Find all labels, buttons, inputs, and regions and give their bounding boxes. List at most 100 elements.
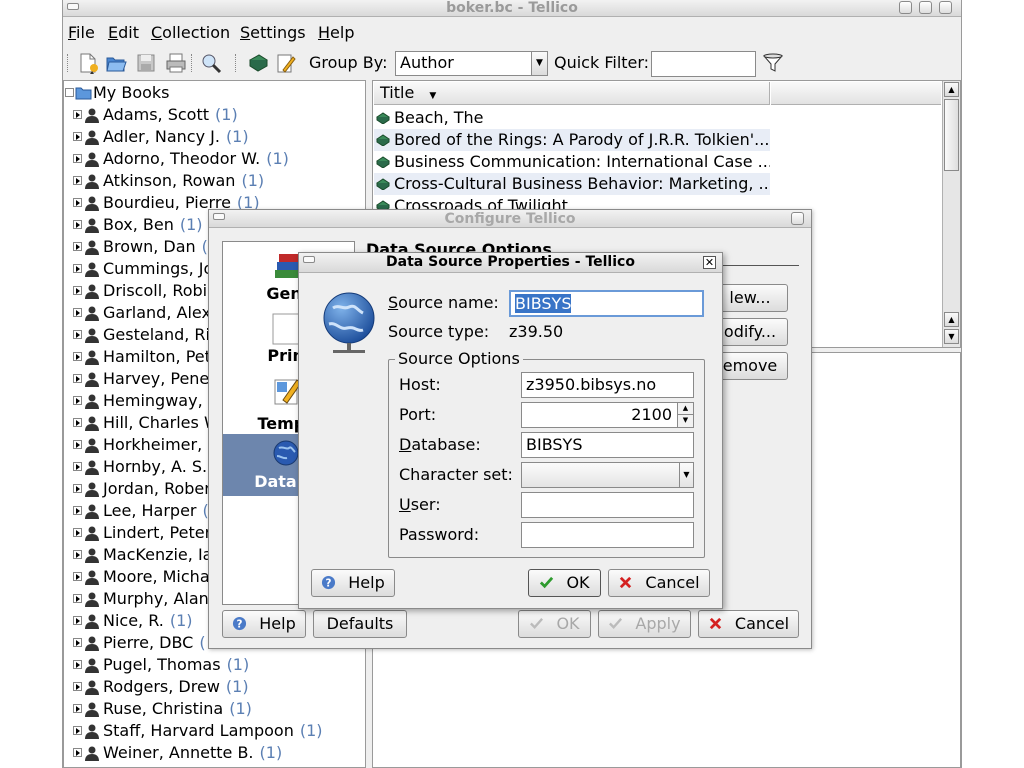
person-icon xyxy=(85,636,99,651)
expand-arrow-icon[interactable] xyxy=(73,528,82,537)
expand-arrow-icon[interactable] xyxy=(73,462,82,471)
expand-arrow-icon[interactable] xyxy=(73,176,82,185)
expand-arrow-icon[interactable] xyxy=(73,374,82,383)
menu-collection[interactable]: Collection xyxy=(151,23,230,42)
expand-arrow-icon[interactable] xyxy=(73,572,82,581)
database-input[interactable]: BIBSYS xyxy=(521,432,694,458)
entry-row[interactable]: Beach, The xyxy=(374,107,770,129)
modify-source-button[interactable]: odify... xyxy=(712,318,788,346)
expand-arrow-icon[interactable] xyxy=(73,418,82,427)
save-icon[interactable] xyxy=(135,52,157,74)
expand-arrow-icon[interactable] xyxy=(73,242,82,251)
close-window-button[interactable] xyxy=(939,1,952,14)
expand-arrow-icon[interactable] xyxy=(73,506,82,515)
expand-arrow-icon[interactable] xyxy=(73,132,82,141)
configure-help-button[interactable]: ? Help xyxy=(222,610,306,638)
expand-arrow-icon[interactable] xyxy=(73,110,82,119)
expand-arrow-icon[interactable] xyxy=(73,484,82,493)
expand-arrow-icon[interactable] xyxy=(73,638,82,647)
dsp-menu-button[interactable] xyxy=(303,256,315,263)
expand-arrow-icon[interactable] xyxy=(73,264,82,273)
expand-arrow-icon[interactable] xyxy=(73,748,82,757)
apply-button[interactable]: Apply xyxy=(598,610,691,638)
expand-arrow-icon[interactable] xyxy=(73,352,82,361)
window-titlebar[interactable]: boker.bc - Tellico xyxy=(63,0,961,17)
host-input[interactable]: z3950.bibsys.no xyxy=(521,372,694,398)
dsp-cancel-button[interactable]: Cancel xyxy=(608,569,710,597)
column-header-title[interactable]: Title ▼ xyxy=(374,82,770,105)
expand-arrow-icon[interactable] xyxy=(73,550,82,559)
expand-arrow-icon[interactable] xyxy=(73,396,82,405)
dsp-ok-button[interactable]: OK xyxy=(528,569,601,597)
expand-arrow-icon[interactable] xyxy=(73,220,82,229)
network-globe-icon xyxy=(323,292,375,353)
open-icon[interactable] xyxy=(105,52,127,74)
port-increment-icon[interactable]: ▲ xyxy=(677,403,693,415)
search-icon[interactable] xyxy=(200,52,222,74)
quick-filter-input[interactable] xyxy=(651,51,756,77)
filter-icon[interactable] xyxy=(762,52,784,74)
expand-arrow-icon[interactable] xyxy=(73,286,82,295)
tree-item-label: Jordan, Rober xyxy=(103,478,217,500)
configure-cancel-button[interactable]: Cancel xyxy=(698,610,799,638)
author-name: Lee, Harper xyxy=(103,501,197,520)
expand-arrow-icon[interactable] xyxy=(73,704,82,713)
entry-row[interactable]: Business Communication: International Ca… xyxy=(374,151,770,173)
configure-maximize-button[interactable] xyxy=(791,212,804,225)
entry-title: Bored of the Rings: A Parody of J.R.R. T… xyxy=(394,130,770,149)
author-count: (1) xyxy=(229,699,252,718)
port-decrement-icon[interactable]: ▼ xyxy=(677,415,693,427)
expand-arrow-icon[interactable] xyxy=(73,198,82,207)
source-type-label: Source type: xyxy=(388,322,490,341)
expand-arrow-icon[interactable] xyxy=(73,616,82,625)
list-scrollbar[interactable]: ▲ ▲ ▼ xyxy=(942,81,960,347)
edit-entry-icon[interactable] xyxy=(275,52,297,74)
scroll-up-button[interactable]: ▲ xyxy=(944,82,959,97)
remove-source-button[interactable]: emove xyxy=(712,352,788,380)
charset-select[interactable]: ▼ xyxy=(521,462,694,488)
menu-edit[interactable]: Edit xyxy=(108,23,139,42)
scroll-up-button-lower[interactable]: ▲ xyxy=(944,312,959,327)
print-icon[interactable] xyxy=(165,52,187,74)
menu-help[interactable]: Help xyxy=(318,23,354,42)
expand-arrow-icon[interactable] xyxy=(73,682,82,691)
entry-row[interactable]: Bored of the Rings: A Parody of J.R.R. T… xyxy=(374,129,770,151)
collapse-icon[interactable] xyxy=(65,88,74,97)
user-input[interactable] xyxy=(521,492,694,518)
maximize-button[interactable] xyxy=(919,1,932,14)
defaults-button[interactable]: Defaults xyxy=(313,610,407,638)
configure-ok-button[interactable]: OK xyxy=(518,610,591,638)
scroll-thumb[interactable] xyxy=(944,99,959,171)
window-menu-button[interactable] xyxy=(67,3,79,10)
dsp-help-button[interactable]: ? Help xyxy=(311,569,395,597)
expand-arrow-icon[interactable] xyxy=(73,330,82,339)
source-type-value: z39.50 xyxy=(509,322,564,341)
charset-chevron-down-icon[interactable]: ▼ xyxy=(679,463,693,487)
expand-arrow-icon[interactable] xyxy=(73,154,82,163)
expand-arrow-icon[interactable] xyxy=(73,594,82,603)
expand-arrow-icon[interactable] xyxy=(73,726,82,735)
scroll-down-button[interactable]: ▼ xyxy=(944,329,959,344)
entry-row[interactable]: Cross-Cultural Business Behavior: Market… xyxy=(374,173,770,195)
author-name: Jordan, Rober xyxy=(103,479,211,498)
author-name: Staff, Harvard Lampoon xyxy=(103,721,294,740)
password-input[interactable] xyxy=(521,522,694,548)
menu-file[interactable]: File xyxy=(68,23,95,42)
configure-menu-button[interactable] xyxy=(213,213,225,220)
dsp-titlebar[interactable]: Data Source Properties - Tellico ✕ xyxy=(299,253,722,273)
chevron-down-icon[interactable]: ▼ xyxy=(531,52,547,75)
group-by-select[interactable]: Author ▼ xyxy=(395,51,548,76)
menu-settings[interactable]: Settings xyxy=(240,23,306,42)
tree-item-label: Cummings, Jo xyxy=(103,258,219,280)
new-collection-icon[interactable] xyxy=(77,52,99,74)
minimize-button[interactable] xyxy=(899,1,912,14)
source-name-input[interactable]: BIBSYS xyxy=(509,290,704,317)
port-spinbox[interactable]: 2100 ▲ ▼ xyxy=(521,402,694,428)
dsp-close-icon[interactable]: ✕ xyxy=(703,256,716,269)
new-source-button[interactable]: lew... xyxy=(712,284,788,312)
bookmark-icon[interactable] xyxy=(247,52,269,74)
configure-titlebar[interactable]: Configure Tellico xyxy=(209,210,811,228)
expand-arrow-icon[interactable] xyxy=(73,440,82,449)
expand-arrow-icon[interactable] xyxy=(73,660,82,669)
expand-arrow-icon[interactable] xyxy=(73,308,82,317)
